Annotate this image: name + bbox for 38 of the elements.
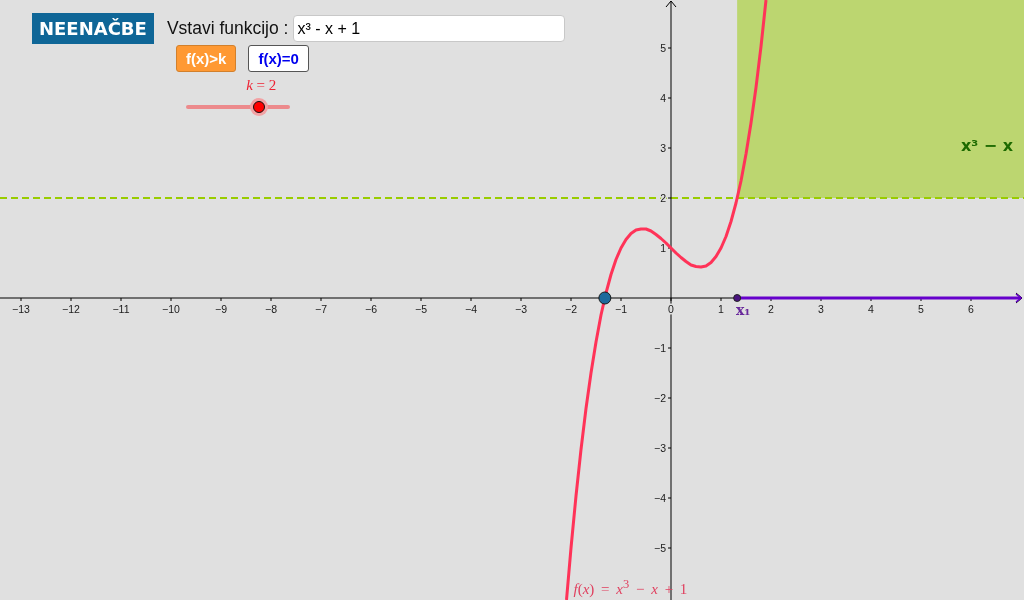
axis-tick-label: 1 (718, 303, 724, 315)
axis-tick-label: 4 (868, 303, 874, 315)
function-input[interactable]: x³ - x + 1 (293, 15, 566, 42)
axis-tick-label: 3 (818, 303, 824, 315)
axis-tick-label: 3 (660, 142, 666, 154)
axis-tick-label: −13 (12, 303, 30, 315)
region-label: x³ − x (960, 135, 1014, 155)
ray-label: x₁ (735, 302, 751, 318)
axis-tick-label: −9 (215, 303, 227, 315)
axis-tick-label: −1 (615, 303, 627, 315)
axis-tick-label: 4 (660, 92, 666, 104)
axis-tick-label: −8 (265, 303, 277, 315)
axis-tick-label: −6 (365, 303, 377, 315)
axis-tick-label: −10 (162, 303, 180, 315)
axis-tick-label: 5 (660, 42, 666, 54)
axis-tick-label: 6 (968, 303, 974, 315)
point-icon (598, 291, 612, 305)
slider-label: k = 2 (246, 76, 277, 94)
axis-tick-label: 2 (768, 303, 774, 315)
endpoint-icon (733, 294, 742, 302)
input-label: Vstavi funkcijo : (166, 18, 289, 39)
axis-tick-label: −2 (654, 392, 666, 404)
axis-tick-label: 5 (918, 303, 924, 315)
title-banner: NEENAČBE (32, 13, 154, 44)
axis-tick-label: 1 (660, 242, 666, 254)
axis-tick-label: −2 (565, 303, 577, 315)
axis-tick-label: −4 (465, 303, 477, 315)
axis-tick-label: −3 (654, 442, 666, 454)
axis-tick-label: −5 (654, 542, 666, 554)
axis-tick-label: −12 (62, 303, 80, 315)
axis-tick-label: −1 (654, 342, 666, 354)
axis-tick-label: −5 (415, 303, 427, 315)
axis-tick-label: −4 (654, 492, 666, 504)
axis-tick-label: −3 (515, 303, 527, 315)
mode-button[interactable]: f(x)=0 (248, 45, 309, 72)
slider-handle[interactable] (249, 98, 268, 116)
axis-tick-label: −11 (112, 303, 130, 315)
axis-tick-label: −7 (315, 303, 327, 315)
